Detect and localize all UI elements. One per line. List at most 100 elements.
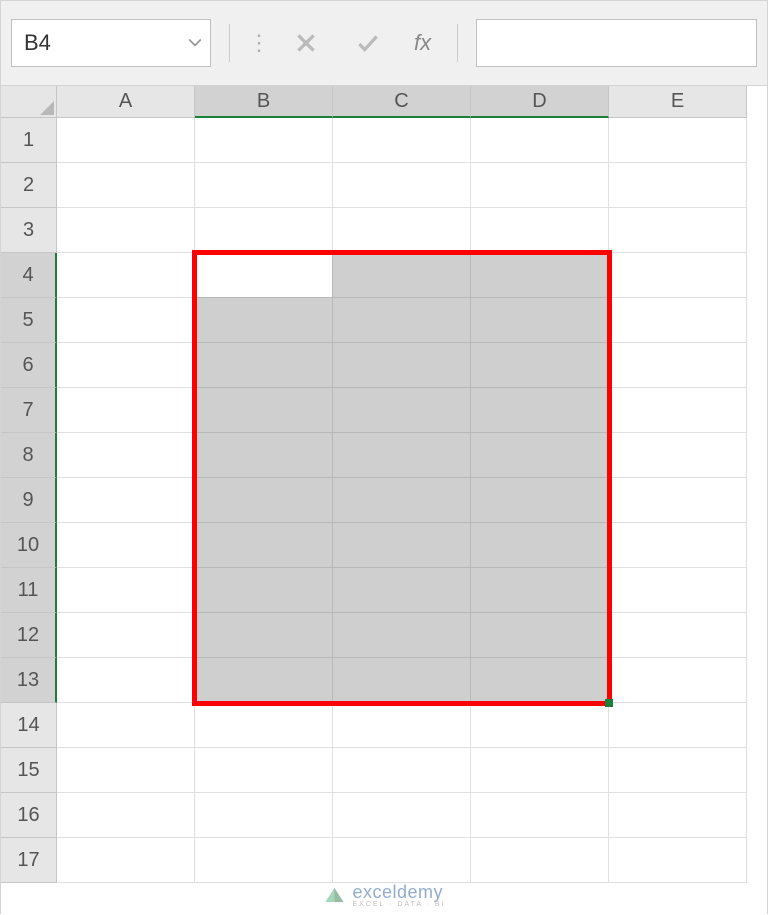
- cell-C4[interactable]: [333, 253, 471, 298]
- enter-button[interactable]: [344, 19, 392, 67]
- cell-E17[interactable]: [609, 838, 747, 883]
- cell-D17[interactable]: [471, 838, 609, 883]
- cell-E6[interactable]: [609, 343, 747, 388]
- spreadsheet-grid[interactable]: ABCDE1234567891011121314151617: [1, 86, 767, 915]
- cell-D8[interactable]: [471, 433, 609, 478]
- row-header-16[interactable]: 16: [1, 793, 57, 838]
- cell-C11[interactable]: [333, 568, 471, 613]
- cell-B12[interactable]: [195, 613, 333, 658]
- cell-B17[interactable]: [195, 838, 333, 883]
- cell-A16[interactable]: [57, 793, 195, 838]
- row-header-6[interactable]: 6: [1, 343, 57, 388]
- cell-C14[interactable]: [333, 703, 471, 748]
- cell-B15[interactable]: [195, 748, 333, 793]
- row-header-5[interactable]: 5: [1, 298, 57, 343]
- row-header-2[interactable]: 2: [1, 163, 57, 208]
- cell-B11[interactable]: [195, 568, 333, 613]
- cell-C16[interactable]: [333, 793, 471, 838]
- cell-E5[interactable]: [609, 298, 747, 343]
- column-header-D[interactable]: D: [471, 86, 609, 118]
- cell-D13[interactable]: [471, 658, 609, 703]
- cell-C13[interactable]: [333, 658, 471, 703]
- cell-C17[interactable]: [333, 838, 471, 883]
- cell-B9[interactable]: [195, 478, 333, 523]
- cell-A4[interactable]: [57, 253, 195, 298]
- cell-C3[interactable]: [333, 208, 471, 253]
- row-header-12[interactable]: 12: [1, 613, 57, 658]
- cell-A6[interactable]: [57, 343, 195, 388]
- cell-A2[interactable]: [57, 163, 195, 208]
- cell-A5[interactable]: [57, 298, 195, 343]
- column-header-E[interactable]: E: [609, 86, 747, 118]
- cell-C1[interactable]: [333, 118, 471, 163]
- cell-A8[interactable]: [57, 433, 195, 478]
- row-header-8[interactable]: 8: [1, 433, 57, 478]
- cell-A14[interactable]: [57, 703, 195, 748]
- row-header-10[interactable]: 10: [1, 523, 57, 568]
- cell-C6[interactable]: [333, 343, 471, 388]
- chevron-down-icon[interactable]: [188, 35, 202, 51]
- cell-D14[interactable]: [471, 703, 609, 748]
- cell-E1[interactable]: [609, 118, 747, 163]
- cell-B10[interactable]: [195, 523, 333, 568]
- row-header-7[interactable]: 7: [1, 388, 57, 433]
- cell-C7[interactable]: [333, 388, 471, 433]
- row-header-17[interactable]: 17: [1, 838, 57, 883]
- cell-D10[interactable]: [471, 523, 609, 568]
- cell-A17[interactable]: [57, 838, 195, 883]
- row-header-11[interactable]: 11: [1, 568, 57, 613]
- cell-B6[interactable]: [195, 343, 333, 388]
- cell-D4[interactable]: [471, 253, 609, 298]
- row-header-14[interactable]: 14: [1, 703, 57, 748]
- cell-E13[interactable]: [609, 658, 747, 703]
- cell-C5[interactable]: [333, 298, 471, 343]
- cell-D9[interactable]: [471, 478, 609, 523]
- cell-C10[interactable]: [333, 523, 471, 568]
- cell-D12[interactable]: [471, 613, 609, 658]
- cell-B4[interactable]: [195, 253, 333, 298]
- cell-E16[interactable]: [609, 793, 747, 838]
- cell-D16[interactable]: [471, 793, 609, 838]
- cell-C15[interactable]: [333, 748, 471, 793]
- cell-D7[interactable]: [471, 388, 609, 433]
- cell-D2[interactable]: [471, 163, 609, 208]
- cell-B3[interactable]: [195, 208, 333, 253]
- cell-C9[interactable]: [333, 478, 471, 523]
- cell-B2[interactable]: [195, 163, 333, 208]
- cell-B8[interactable]: [195, 433, 333, 478]
- cell-A3[interactable]: [57, 208, 195, 253]
- cell-B16[interactable]: [195, 793, 333, 838]
- cell-B5[interactable]: [195, 298, 333, 343]
- select-all-corner[interactable]: [1, 86, 57, 118]
- cell-D5[interactable]: [471, 298, 609, 343]
- cell-B7[interactable]: [195, 388, 333, 433]
- row-header-1[interactable]: 1: [1, 118, 57, 163]
- cell-A13[interactable]: [57, 658, 195, 703]
- cell-B1[interactable]: [195, 118, 333, 163]
- column-header-C[interactable]: C: [333, 86, 471, 118]
- cell-D3[interactable]: [471, 208, 609, 253]
- cell-A7[interactable]: [57, 388, 195, 433]
- cell-E12[interactable]: [609, 613, 747, 658]
- cell-A11[interactable]: [57, 568, 195, 613]
- cancel-button[interactable]: [282, 19, 330, 67]
- cell-E15[interactable]: [609, 748, 747, 793]
- cell-B13[interactable]: [195, 658, 333, 703]
- column-header-B[interactable]: B: [195, 86, 333, 118]
- cell-E3[interactable]: [609, 208, 747, 253]
- cell-C8[interactable]: [333, 433, 471, 478]
- cell-C2[interactable]: [333, 163, 471, 208]
- cell-B14[interactable]: [195, 703, 333, 748]
- row-header-4[interactable]: 4: [1, 253, 57, 298]
- cell-E4[interactable]: [609, 253, 747, 298]
- cell-E11[interactable]: [609, 568, 747, 613]
- cell-E14[interactable]: [609, 703, 747, 748]
- cell-D15[interactable]: [471, 748, 609, 793]
- cell-E10[interactable]: [609, 523, 747, 568]
- cell-E8[interactable]: [609, 433, 747, 478]
- row-header-13[interactable]: 13: [1, 658, 57, 703]
- cell-E9[interactable]: [609, 478, 747, 523]
- expand-dots-icon[interactable]: ⋮: [248, 30, 268, 56]
- row-header-3[interactable]: 3: [1, 208, 57, 253]
- cell-D1[interactable]: [471, 118, 609, 163]
